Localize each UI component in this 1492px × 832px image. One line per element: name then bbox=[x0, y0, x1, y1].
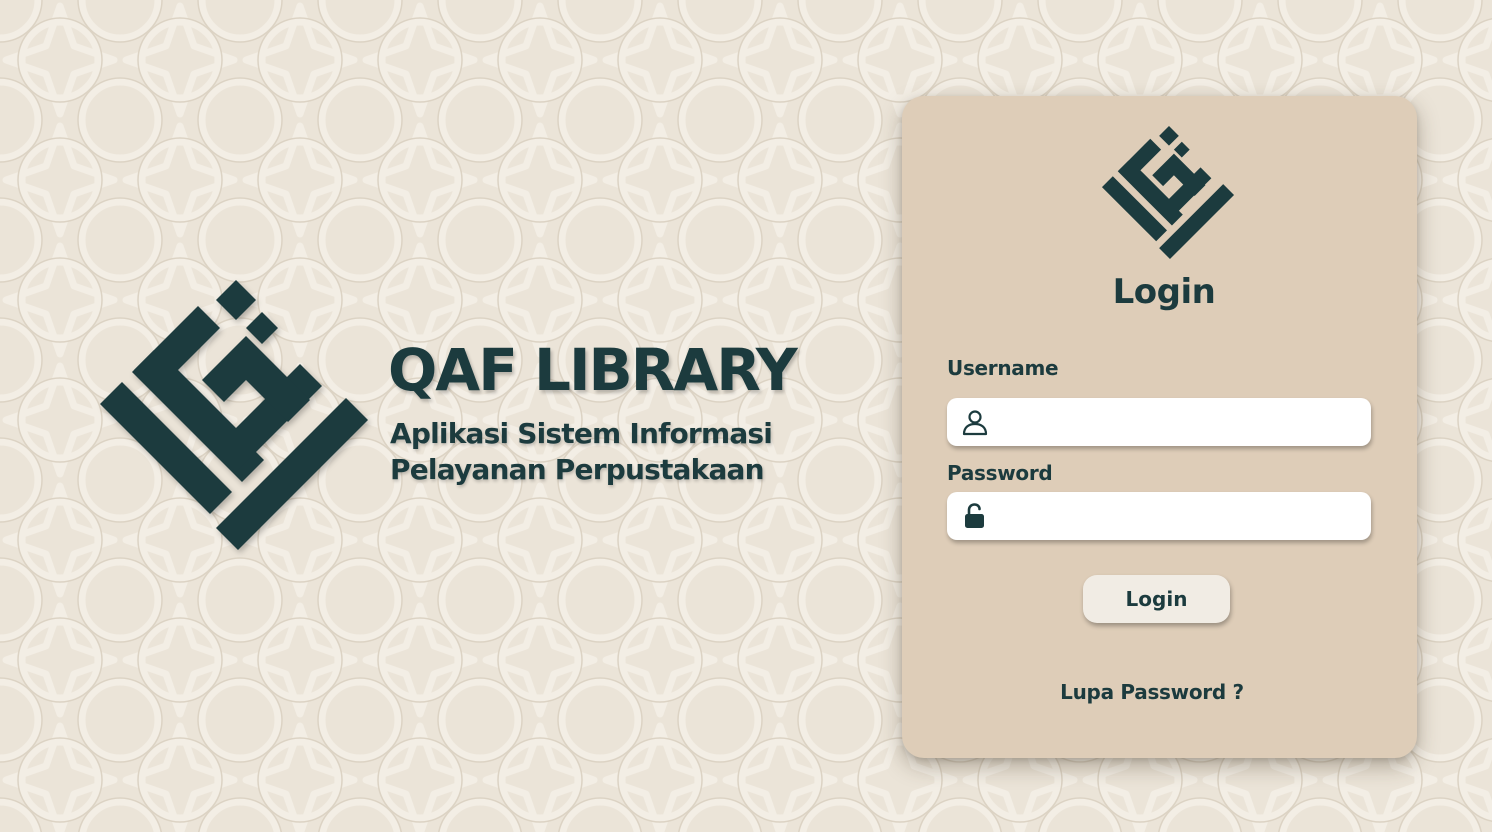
qaf-library-logo-icon bbox=[100, 280, 368, 550]
login-button[interactable]: Login bbox=[1083, 575, 1230, 623]
username-input[interactable] bbox=[1001, 398, 1357, 446]
password-input[interactable] bbox=[1001, 492, 1357, 540]
password-label: Password bbox=[947, 461, 1053, 485]
app-subtitle: Aplikasi Sistem Informasi Pelayanan Perp… bbox=[390, 416, 773, 488]
unlock-icon bbox=[965, 503, 984, 528]
login-title: Login bbox=[1112, 272, 1216, 312]
qaf-library-logo-icon bbox=[1101, 125, 1235, 260]
login-card: Login Username Password Login Lupa Passw… bbox=[902, 96, 1417, 758]
forgot-password-link[interactable]: Lupa Password ? bbox=[902, 680, 1402, 704]
app-title: QAF LIBRARY bbox=[388, 336, 798, 404]
user-icon bbox=[962, 410, 988, 436]
password-field[interactable] bbox=[947, 492, 1371, 540]
username-field[interactable] bbox=[947, 398, 1371, 446]
username-label: Username bbox=[947, 356, 1059, 380]
brand-block: QAF LIBRARY Aplikasi Sistem Informasi Pe… bbox=[96, 276, 816, 556]
app-subtitle-line-1: Aplikasi Sistem Informasi bbox=[390, 417, 773, 450]
app-subtitle-line-2: Pelayanan Perpustakaan bbox=[390, 453, 765, 486]
